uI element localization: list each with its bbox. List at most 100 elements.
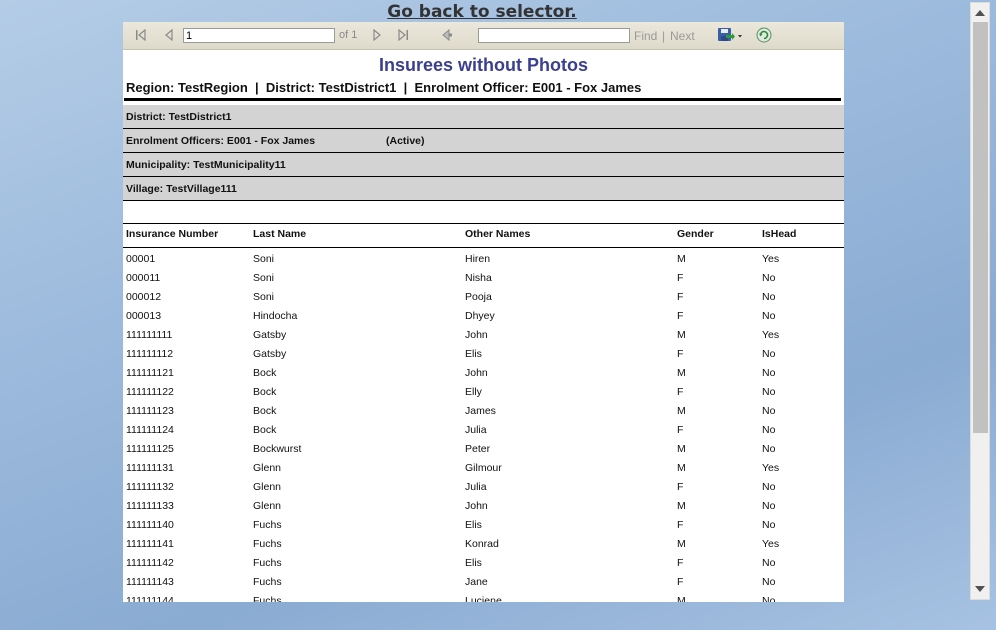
- scroll-thumb[interactable]: [973, 22, 988, 433]
- cell-last-name: Soni: [253, 291, 275, 303]
- scroll-down-arrow-icon[interactable]: [975, 586, 985, 592]
- page-count-label: of 1: [339, 29, 358, 41]
- go-back-link[interactable]: Go back to selector.: [0, 2, 964, 22]
- cell-last-name: Bock: [253, 405, 277, 417]
- group-municipality: Municipality: TestMunicipality11: [123, 153, 844, 177]
- cell-ishead: No: [762, 310, 776, 322]
- header-divider: [124, 98, 841, 101]
- first-page-icon[interactable]: [133, 27, 149, 43]
- cell-gender: F: [677, 481, 684, 493]
- back-to-parent-icon[interactable]: [439, 27, 455, 43]
- report-filter-line: Region: TestRegion | District: TestDistr…: [126, 80, 642, 95]
- page-number-input[interactable]: [183, 28, 335, 43]
- cell-ishead: Yes: [762, 329, 780, 341]
- cell-insurance-number: 111111131: [126, 462, 174, 474]
- cell-ishead: No: [762, 386, 776, 398]
- cell-ishead: No: [762, 557, 776, 569]
- cell-other-names: Hiren: [465, 253, 491, 265]
- cell-gender: F: [677, 291, 684, 303]
- cell-last-name: Fuchs: [253, 595, 282, 602]
- cell-ishead: No: [762, 348, 776, 360]
- cell-insurance-number: 111111141: [126, 538, 174, 550]
- export-save-icon[interactable]: [717, 27, 745, 43]
- cell-last-name: Bock: [253, 386, 277, 398]
- cell-insurance-number: 111111124: [126, 424, 174, 436]
- officer-label: Enrolment Officers: E001 - Fox James: [126, 135, 316, 147]
- find-next-button[interactable]: Next: [670, 29, 695, 43]
- municipality-label: Municipality: TestMunicipality11: [126, 159, 286, 171]
- refresh-icon[interactable]: [756, 27, 772, 43]
- table-body: 00001 Soni Hiren M Yes 000011 Soni Nisha F No 0000…: [123, 248, 844, 602]
- table-row: 111111111 Gatsby John M Yes: [123, 326, 844, 345]
- cell-last-name: Soni: [253, 272, 275, 284]
- village-label: Village: TestVillage111: [126, 183, 237, 195]
- col-ishead: IsHead: [762, 228, 797, 240]
- cell-insurance-number: 111111125: [126, 443, 174, 455]
- cell-other-names: Elis: [465, 557, 482, 569]
- cell-ishead: No: [762, 367, 776, 379]
- cell-other-names: Pooja: [465, 291, 492, 303]
- group-district: District: TestDistrict1: [123, 105, 844, 129]
- cell-insurance-number: 111111121: [126, 367, 174, 379]
- scroll-up-arrow-icon[interactable]: [975, 10, 985, 16]
- spacer-row: [123, 201, 844, 224]
- table-row: 111111122 Bock Elly F No: [123, 383, 844, 402]
- cell-other-names: Julia: [465, 424, 487, 436]
- table-header: Insurance Number Last Name Other Names G…: [123, 224, 844, 248]
- cell-gender: F: [677, 272, 684, 284]
- cell-ishead: No: [762, 519, 776, 531]
- table-row: 00001 Soni Hiren M Yes: [123, 250, 844, 269]
- cell-last-name: Fuchs: [253, 519, 282, 531]
- district-label: District: TestDistrict1: [126, 111, 232, 123]
- table-row: 111111112 Gatsby Elis F No: [123, 345, 844, 364]
- table-row: 000011 Soni Nisha F No: [123, 269, 844, 288]
- cell-last-name: Fuchs: [253, 557, 282, 569]
- cell-insurance-number: 00001: [126, 253, 156, 265]
- cell-insurance-number: 111111143: [126, 576, 174, 588]
- table-row: 111111124 Bock Julia F No: [123, 421, 844, 440]
- cell-other-names: Konrad: [465, 538, 499, 550]
- cell-other-names: John: [465, 367, 488, 379]
- report-toolbar: of 1 Find | Next: [123, 22, 844, 50]
- next-page-icon[interactable]: [369, 27, 385, 43]
- cell-last-name: Gatsby: [253, 329, 287, 341]
- cell-gender: M: [677, 329, 686, 341]
- group-village: Village: TestVillage111: [123, 177, 844, 201]
- cell-last-name: Glenn: [253, 462, 282, 474]
- report-viewer: of 1 Find | Next Insurees without Photos…: [123, 22, 844, 602]
- report-title: Insurees without Photos: [378, 55, 588, 75]
- cell-gender: M: [677, 462, 686, 474]
- col-other-names: Other Names: [465, 228, 531, 240]
- table-row: 111111125 Bockwurst Peter M No: [123, 440, 844, 459]
- cell-other-names: Gilmour: [465, 462, 502, 474]
- officer-status: (Active): [386, 135, 425, 147]
- find-input[interactable]: [478, 28, 630, 43]
- table-row: 111111121 Bock John M No: [123, 364, 844, 383]
- table-row: 111111131 Glenn Gilmour M Yes: [123, 459, 844, 478]
- cell-last-name: Glenn: [253, 500, 282, 512]
- cell-ishead: No: [762, 405, 776, 417]
- cell-insurance-number: 111111144: [126, 595, 174, 602]
- cell-other-names: Elis: [465, 348, 482, 360]
- cell-insurance-number: 111111140: [126, 519, 174, 531]
- page-scrollbar[interactable]: [970, 2, 990, 600]
- cell-last-name: Bock: [253, 424, 277, 436]
- cell-ishead: Yes: [762, 538, 780, 550]
- cell-ishead: Yes: [762, 253, 780, 265]
- col-last-name: Last Name: [253, 228, 307, 240]
- cell-other-names: Luciene: [465, 595, 502, 602]
- prev-page-icon[interactable]: [161, 27, 177, 43]
- col-insurance-number: Insurance Number: [126, 228, 219, 240]
- cell-gender: M: [677, 367, 686, 379]
- table-row: 111111140 Fuchs Elis F No: [123, 516, 844, 535]
- last-page-icon[interactable]: [395, 27, 411, 43]
- cell-insurance-number: 111111122: [126, 386, 174, 398]
- find-button[interactable]: Find: [634, 29, 657, 43]
- cell-gender: F: [677, 386, 684, 398]
- table-row: 111111143 Fuchs Jane F No: [123, 573, 844, 592]
- cell-other-names: Jane: [465, 576, 488, 588]
- cell-ishead: No: [762, 500, 776, 512]
- cell-gender: F: [677, 348, 684, 360]
- cell-insurance-number: 111111142: [126, 557, 174, 569]
- cell-last-name: Fuchs: [253, 538, 282, 550]
